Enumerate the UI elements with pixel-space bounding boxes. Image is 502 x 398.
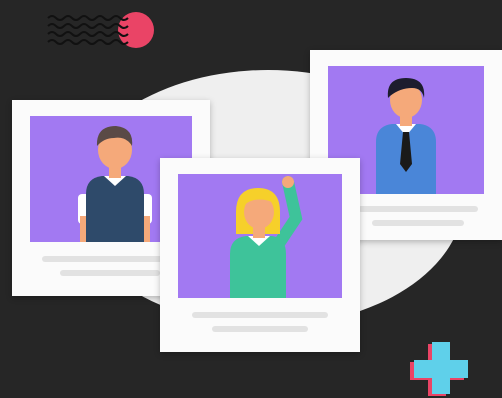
woman-waving-figure (230, 176, 303, 298)
profile-photo (178, 174, 342, 298)
postmark-decoration (47, 12, 154, 48)
caption-line (372, 220, 464, 226)
wavy-lines-icon (47, 15, 129, 45)
profile-card-woman-waving (160, 158, 360, 352)
caption-line (60, 270, 160, 276)
caption-line (212, 326, 308, 332)
stamp-circle-icon (118, 12, 154, 48)
illustration-canvas (0, 0, 502, 398)
caption-line (358, 206, 478, 212)
caption-line (192, 312, 328, 318)
plus-icon (410, 342, 468, 396)
